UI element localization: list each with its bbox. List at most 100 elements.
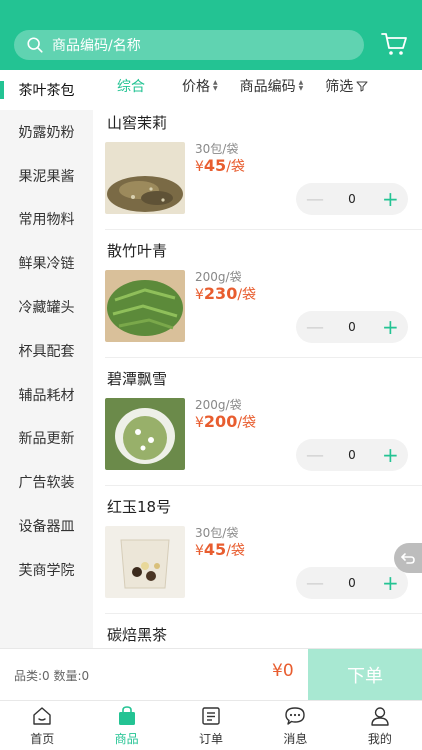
search-placeholder: 商品编码/名称 (52, 38, 141, 54)
sidebar-item-label: 奶露奶粉 (18, 124, 75, 141)
cart-button[interactable] (380, 30, 408, 58)
quantity-value: 0 (348, 320, 356, 334)
funnel-icon (356, 81, 368, 92)
header-bar: 商品编码/名称 (0, 0, 422, 70)
price-value: 200 (203, 412, 238, 431)
currency-symbol: ¥ (195, 287, 204, 303)
price-unit: /袋 (237, 287, 257, 303)
price-value: 230 (203, 284, 238, 303)
product-spec: 200g/袋 (195, 398, 242, 412)
quantity-value: 0 (348, 192, 356, 206)
quantity-stepper: — 0 + (296, 183, 408, 215)
sidebar-item-label: 果泥果酱 (18, 168, 75, 185)
filter-all[interactable]: 综合 (117, 76, 145, 96)
product-spec: 30包/袋 (195, 142, 239, 156)
sidebar-item-cups[interactable]: 杯具配套 (0, 329, 93, 373)
quantity-stepper: — 0 + (296, 439, 408, 471)
sidebar-item-fruit-jam[interactable]: 果泥果酱 (0, 154, 93, 198)
place-order-button[interactable]: 下单 (308, 649, 422, 701)
sidebar-item-label: 设备器皿 (18, 519, 75, 536)
sidebar-item-tea[interactable]: 茶叶茶包 (0, 70, 93, 110)
increase-button[interactable]: + (382, 571, 399, 595)
sidebar-item-label: 芙商学院 (18, 562, 75, 579)
currency-symbol: ¥ (195, 415, 204, 431)
decrease-button[interactable]: — (306, 317, 324, 338)
message-icon (285, 706, 306, 725)
cart-icon (381, 33, 407, 55)
sort-arrows-icon: ▲ ▼ (298, 79, 304, 92)
sidebar-item-common-materials[interactable]: 常用物料 (0, 198, 93, 242)
sidebar-item-equipment[interactable]: 设备器皿 (0, 504, 93, 548)
product-card[interactable]: 红玉18号 30包/袋 ¥45/袋 — 0 + (105, 486, 422, 614)
currency-symbol: ¥ (195, 159, 204, 175)
sidebar-item-label: 辅品耗材 (18, 387, 75, 404)
tab-profile[interactable]: 我的 (338, 701, 422, 750)
tab-products[interactable]: 商品 (84, 701, 168, 750)
increase-button[interactable]: + (382, 315, 399, 339)
sidebar-item-label: 常用物料 (18, 212, 75, 229)
tab-home[interactable]: 首页 (0, 701, 84, 750)
sidebar-item-consumables[interactable]: 辅品耗材 (0, 373, 93, 417)
product-card[interactable]: 碳焙黑茶 (105, 614, 422, 648)
tab-messages[interactable]: 消息 (253, 701, 337, 750)
product-card[interactable]: 散竹叶青 200g/袋 ¥230/袋 — 0 + (105, 230, 422, 358)
sidebar-item-label: 杯具配套 (18, 343, 75, 360)
filter-price[interactable]: 价格 ▲ ▼ (182, 76, 218, 96)
sidebar-item-ads[interactable]: 广告软装 (0, 460, 93, 504)
product-name: 散竹叶青 (107, 242, 168, 260)
tea-bag-image[interactable] (105, 526, 185, 598)
search-input[interactable]: 商品编码/名称 (14, 30, 364, 60)
return-icon (401, 553, 415, 564)
product-price: ¥200/袋 (195, 412, 256, 432)
jasmine-tea-image[interactable] (105, 398, 185, 470)
shopping-bag-icon (118, 705, 135, 725)
increase-button[interactable]: + (382, 187, 399, 211)
user-icon (371, 706, 389, 726)
decrease-button[interactable]: — (306, 445, 324, 466)
sidebar-item-new[interactable]: 新品更新 (0, 417, 93, 461)
filter-bar: 综合 价格 ▲ ▼ 商品编码 ▲ ▼ 筛选 (93, 70, 422, 102)
green-tea-image[interactable] (105, 270, 185, 342)
sidebar-item-label: 广告软装 (18, 475, 75, 492)
product-card[interactable]: 碧潭飘雪 200g/袋 ¥200/袋 — 0 + (105, 358, 422, 486)
filter-screen[interactable]: 筛选 (325, 76, 368, 96)
quantity-value: 0 (348, 448, 356, 462)
sidebar-item-cans[interactable]: 冷藏罐头 (0, 285, 93, 329)
price-unit: /袋 (226, 159, 245, 175)
tab-label: 首页 (30, 731, 55, 746)
order-bar: 品类:0 数量:0 ¥0 下单 (0, 648, 422, 701)
filter-price-label: 价格 (182, 79, 210, 95)
filter-code[interactable]: 商品编码 ▲ ▼ (240, 76, 304, 96)
tab-orders[interactable]: 订单 (169, 701, 253, 750)
tab-label: 消息 (283, 731, 308, 746)
increase-button[interactable]: + (382, 443, 399, 467)
product-card[interactable]: 山窖茉莉 30包/袋 ¥45/袋 — 0 + (105, 102, 422, 230)
sidebar-item-label: 冷藏罐头 (18, 300, 75, 317)
order-list-icon (202, 706, 220, 725)
tea-leaves-image[interactable] (105, 142, 185, 214)
currency-symbol: ¥ (195, 543, 204, 559)
category-sidebar: 茶叶茶包 奶露奶粉 果泥果酱 常用物料 鲜果冷链 冷藏罐头 杯具配套 辅品耗材 … (0, 70, 93, 648)
sidebar-item-fresh-fruit[interactable]: 鲜果冷链 (0, 241, 93, 285)
home-icon (33, 706, 51, 725)
product-price: ¥45/袋 (195, 540, 245, 560)
filter-code-label: 商品编码 (239, 79, 296, 95)
search-icon (27, 37, 43, 53)
tab-label: 商品 (114, 731, 139, 746)
floating-back-button[interactable] (394, 543, 422, 573)
price-unit: /袋 (226, 543, 245, 559)
bottom-tab-bar: 首页 商品 订单 消息 我的 (0, 700, 422, 750)
tab-label: 我的 (367, 731, 392, 746)
filter-all-label: 综合 (117, 79, 145, 95)
product-price: ¥45/袋 (195, 156, 245, 176)
decrease-button[interactable]: — (306, 189, 324, 210)
sidebar-item-academy[interactable]: 芙商学院 (0, 548, 93, 592)
product-name: 山窖茉莉 (107, 114, 168, 132)
sidebar-item-label: 鲜果冷链 (18, 256, 75, 273)
decrease-button[interactable]: — (306, 573, 324, 594)
product-name: 碳焙黑茶 (107, 626, 168, 644)
sidebar-item-milk-powder[interactable]: 奶露奶粉 (0, 110, 93, 154)
price-unit: /袋 (237, 415, 257, 431)
product-name: 碧潭飘雪 (107, 370, 168, 388)
sidebar-item-label: 新品更新 (18, 431, 75, 448)
